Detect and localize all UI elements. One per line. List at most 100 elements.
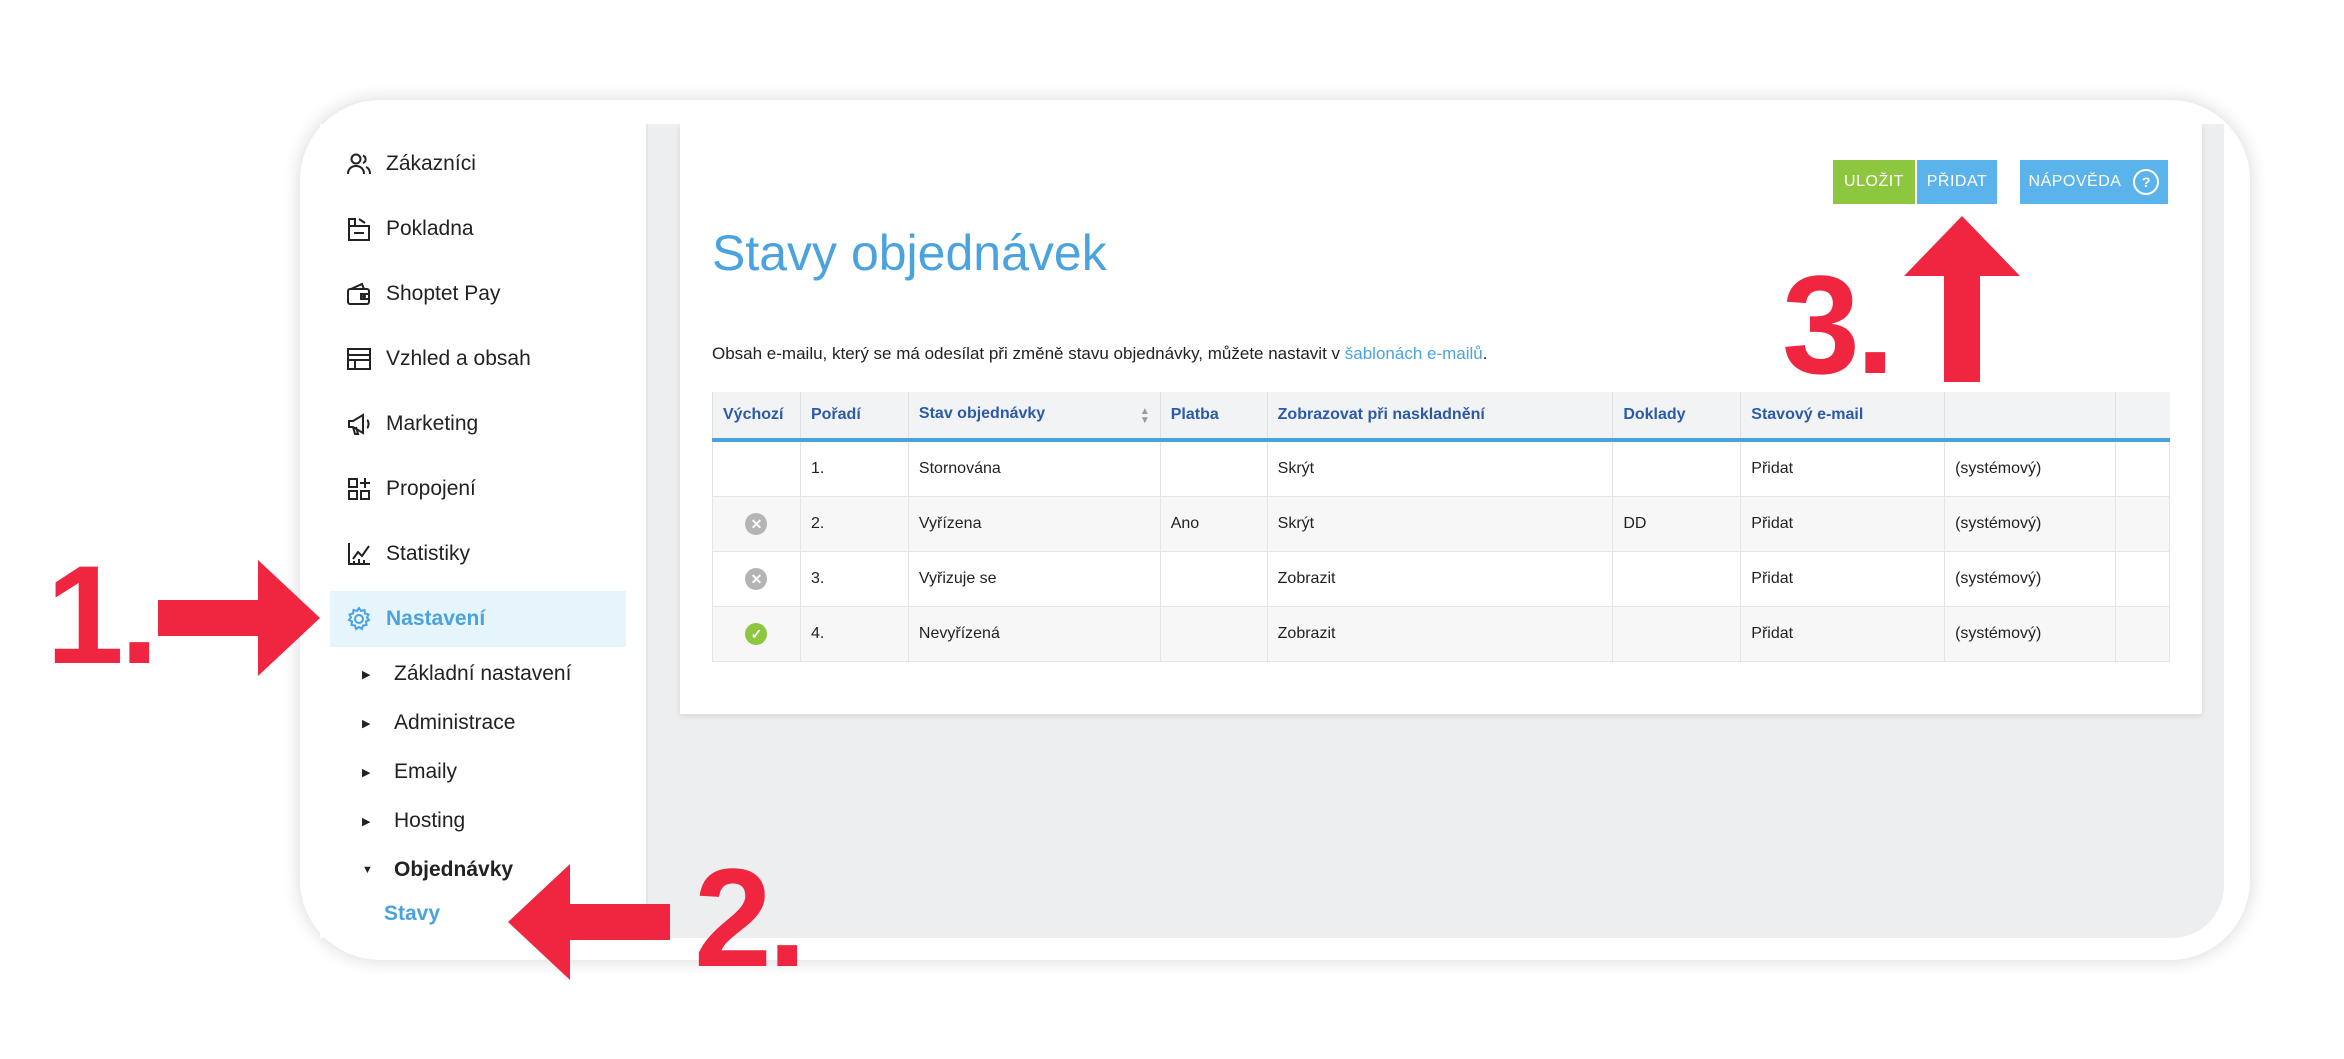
column-header-state[interactable]: Stav objednávky ▲ ▼ <box>907 392 1161 442</box>
order-states-table: Výchozí Pořadí Stav objednávky ▲ ▼ Platba … <box>712 392 2170 662</box>
sidebar-item-shoptet-pay[interactable]: Shoptet Pay <box>330 266 626 322</box>
default-cell[interactable]: ✓ <box>712 606 801 662</box>
info-text-body: Obsah e-mailu, který se má odesílat při … <box>712 344 1345 363</box>
register-icon <box>344 214 374 244</box>
users-icon <box>344 149 374 179</box>
subnav-item-label: Objednávky <box>394 858 514 881</box>
caret-right-icon: ▶ <box>362 766 371 779</box>
content-panel: ULOŽIT PŘIDAT NÁPOVĚDA ? Stavy objednáve… <box>680 124 2202 714</box>
column-header-payment[interactable]: Platba <box>1159 392 1268 442</box>
add-button[interactable]: PŘIDAT <box>1917 160 1997 204</box>
add-email-link[interactable]: Přidat <box>1740 439 1946 497</box>
info-text: Obsah e-mailu, který se má odesílat při … <box>712 344 1487 364</box>
payment-cell <box>1159 606 1268 662</box>
sidebar-item-customers[interactable]: Zákazníci <box>330 136 626 192</box>
table-row[interactable]: ✕ 2. Vyřízena Ano Skrýt DD Přidat (systé… <box>712 496 2170 552</box>
empty-cell <box>2115 496 2170 552</box>
state-name[interactable]: Nevyřízená <box>907 606 1161 662</box>
docs-cell <box>1612 606 1742 662</box>
help-icon: ? <box>2133 169 2160 195</box>
caret-down-icon: ▼ <box>362 864 373 876</box>
table-row[interactable]: ✓ 4. Nevyřízená Zobrazit Přidat (systémo… <box>712 606 2170 662</box>
subnav-item-basic-settings[interactable]: ▶ Základní nastavení <box>362 654 571 694</box>
empty-cell <box>2115 439 2170 497</box>
column-header-label: Stav objednávky <box>918 405 1046 422</box>
subnav-item-label: Hosting <box>394 809 466 832</box>
default-cell[interactable]: ✕ <box>712 496 801 552</box>
sidebar-item-label: Pokladna <box>386 217 474 240</box>
layout-icon <box>344 344 374 374</box>
column-header-blank <box>2115 392 2170 442</box>
default-cell <box>712 439 801 497</box>
info-text-end: . <box>1482 344 1488 363</box>
step-2-label: 2. <box>694 839 807 996</box>
gear-icon <box>344 604 374 634</box>
subnav-item-label: Administrace <box>394 711 516 734</box>
caret-right-icon: ▶ <box>362 717 371 730</box>
sidebar-item-pokladna[interactable]: Pokladna <box>330 201 626 257</box>
subnav-item-administration[interactable]: ▶ Administrace <box>362 703 515 743</box>
x-circle-icon[interactable]: ✕ <box>745 568 768 590</box>
table-header-row: Výchozí Pořadí Stav objednávky ▲ ▼ Platba … <box>712 392 2170 442</box>
display-cell: Zobrazit <box>1266 551 1614 607</box>
empty-cell <box>2115 606 2170 662</box>
sidebar-item-marketing[interactable]: Marketing <box>330 396 626 452</box>
docs-cell <box>1612 551 1742 607</box>
column-header-documents[interactable]: Doklady <box>1612 392 1741 442</box>
docs-cell: DD <box>1612 496 1742 552</box>
sidebar-item-label: Marketing <box>386 412 479 435</box>
step-2-arrow-icon <box>508 864 670 980</box>
step-3-label: 3. <box>1782 246 1895 403</box>
save-button[interactable]: ULOŽIT <box>1833 160 1915 204</box>
wallet-icon <box>344 279 374 309</box>
system-cell: (systémový) <box>1944 551 2116 607</box>
sidebar-item-statistics[interactable]: Statistiky <box>330 526 626 582</box>
payment-cell <box>1159 439 1268 497</box>
default-cell[interactable]: ✕ <box>712 551 801 607</box>
sidebar-item-settings[interactable]: Nastavení <box>330 591 626 647</box>
subnav-item-orders[interactable]: ▼ Objednávky <box>362 850 513 890</box>
email-templates-link[interactable]: šablonách e-mailů <box>1345 344 1483 363</box>
caret-right-icon: ▶ <box>362 815 371 828</box>
sidebar-item-label: Vzhled a obsah <box>386 347 531 370</box>
sort-icon[interactable]: ▲ ▼ <box>1140 407 1150 426</box>
step-1-arrow-icon <box>158 560 320 676</box>
apps-icon <box>344 474 374 504</box>
state-name[interactable]: Vyřizuje se <box>907 551 1161 607</box>
subnav-item-emails[interactable]: ▶ Emaily <box>362 752 457 792</box>
column-header-blank <box>1944 392 2116 442</box>
sidebar-item-label: Nastavení <box>386 607 486 630</box>
column-header-display-on-stock[interactable]: Zobrazovat při naskladnění <box>1266 392 1613 442</box>
step-1-label: 1. <box>46 536 159 693</box>
step-3-arrow-icon <box>1904 216 2020 382</box>
sidebar-item-label: Shoptet Pay <box>386 282 501 305</box>
system-cell: (systémový) <box>1944 439 2116 497</box>
state-name[interactable]: Stornována <box>907 439 1161 497</box>
megaphone-icon <box>344 409 374 439</box>
sidebar-item-label: Statistiky <box>386 542 471 565</box>
add-email-link[interactable]: Přidat <box>1740 551 1946 607</box>
column-header-default[interactable]: Výchozí <box>712 392 801 442</box>
payment-cell <box>1159 551 1268 607</box>
caret-right-icon: ▶ <box>362 668 371 681</box>
add-email-link[interactable]: Přidat <box>1740 606 1946 662</box>
sidebar-item-appearance[interactable]: Vzhled a obsah <box>330 331 626 387</box>
table-row[interactable]: 1. Stornována Skrýt Přidat (systémový) <box>712 439 2170 497</box>
order-cell: 3. <box>799 551 909 607</box>
help-button[interactable]: NÁPOVĚDA ? <box>2020 160 2168 204</box>
system-cell: (systémový) <box>1944 496 2116 552</box>
check-circle-icon[interactable]: ✓ <box>745 623 768 645</box>
subnav-item-label: Základní nastavení <box>394 662 572 685</box>
state-name[interactable]: Vyřízena <box>907 496 1161 552</box>
display-cell: Skrýt <box>1266 496 1614 552</box>
column-header-order[interactable]: Pořadí <box>799 392 909 442</box>
table-row[interactable]: ✕ 3. Vyřizuje se Zobrazit Přidat (systém… <box>712 551 2170 607</box>
subnav-item-stavy[interactable]: Stavy <box>384 902 440 926</box>
sidebar: Zákazníci Pokladna Shoptet Pay Vzhled a … <box>320 124 648 938</box>
sidebar-item-integrations[interactable]: Propojení <box>330 461 626 517</box>
x-circle-icon[interactable]: ✕ <box>745 513 768 535</box>
subnav-item-hosting[interactable]: ▶ Hosting <box>362 801 465 841</box>
order-cell: 4. <box>799 606 909 662</box>
order-cell: 1. <box>799 439 909 497</box>
add-email-link[interactable]: Přidat <box>1740 496 1946 552</box>
